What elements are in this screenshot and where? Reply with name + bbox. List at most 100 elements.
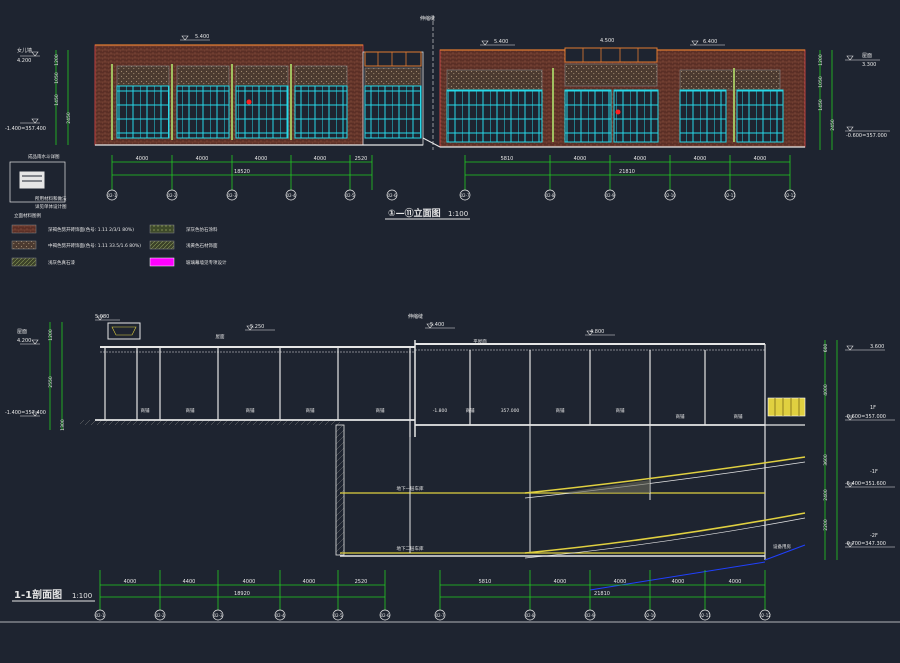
sec-dim-right-5: 4000 bbox=[729, 579, 742, 585]
svg-text:02-3: 02-3 bbox=[213, 613, 223, 618]
sec-dim-left-2: 4400 bbox=[183, 579, 196, 585]
svg-text:02-1: 02-1 bbox=[95, 613, 105, 618]
section-room-10: 商铺 bbox=[734, 413, 743, 420]
section-room-5: 商铺 bbox=[376, 407, 385, 414]
svg-text:2450: 2450 bbox=[66, 112, 72, 124]
section-room-7: 商铺 bbox=[556, 407, 565, 414]
note-box-line-1: 所用材料和做法 bbox=[35, 195, 67, 202]
svg-text:02-9: 02-9 bbox=[585, 613, 595, 618]
svg-text:02-6: 02-6 bbox=[387, 193, 397, 198]
section-room-1: 商铺 bbox=[141, 407, 150, 414]
note-box-title: 成品雨水斗详图 bbox=[28, 153, 60, 160]
svg-text:02-10: 02-10 bbox=[664, 193, 676, 198]
elev-dim-left-1: 4000 bbox=[136, 156, 149, 162]
legend-label-1: 深褐色劈开砖饰面(色号: 1.11 2/3/1 80%) bbox=[48, 226, 134, 233]
legend-swatch-4 bbox=[149, 224, 175, 234]
section-level-right-b2: -9.700=347.300 bbox=[845, 541, 886, 547]
svg-text:1:100: 1:100 bbox=[448, 210, 468, 218]
section-level-right-1f: 3.600 bbox=[870, 344, 884, 350]
section-label-b2: -2F bbox=[870, 533, 878, 539]
elev-level-left: 4.200 bbox=[17, 58, 31, 64]
svg-text:02-6: 02-6 bbox=[380, 613, 390, 618]
section-mid-level2: 357.000 bbox=[501, 408, 520, 414]
elevation-drawing: 4000 4000 4000 4000 2520 18520 5810 4000… bbox=[5, 15, 890, 220]
material-legend: 立面材料图例 深褐色劈开砖饰面(色号: 1.11 2/3/1 80%) 中褐色劈… bbox=[11, 212, 227, 267]
section-level-left: 4.200 bbox=[17, 338, 31, 344]
svg-text:02-4: 02-4 bbox=[286, 193, 296, 198]
svg-text:1200: 1200 bbox=[48, 329, 54, 341]
svg-text:1050: 1050 bbox=[54, 72, 60, 84]
section-room-9: 商铺 bbox=[676, 413, 685, 420]
svg-text:02-8: 02-8 bbox=[525, 613, 535, 618]
section-label-expansion: 伸缩缝 bbox=[408, 313, 423, 320]
sec-dim-left-1: 4000 bbox=[124, 579, 137, 585]
svg-text:02-5: 02-5 bbox=[333, 613, 343, 618]
section-room-6: 商铺 bbox=[466, 407, 475, 414]
sec-dim-left-total: 18920 bbox=[234, 591, 250, 597]
section-drawing: 商铺 商铺 商铺 商铺 商铺 -1.800 商铺 357.000 商铺 商铺 商… bbox=[5, 313, 895, 621]
svg-text:2550: 2550 bbox=[48, 376, 54, 388]
svg-text:1-1剖面图: 1-1剖面图 bbox=[14, 588, 62, 601]
svg-text:2450: 2450 bbox=[830, 119, 836, 131]
section-axis-bubbles: 02-1 02-2 02-3 02-4 02-5 02-6 02-7 02-8 … bbox=[94, 609, 771, 621]
section-title: 1-1剖面图 1:100 bbox=[12, 588, 95, 602]
legend-swatch-3 bbox=[11, 257, 37, 267]
svg-text:02-12: 02-12 bbox=[759, 613, 771, 618]
section-room-8: 商铺 bbox=[616, 407, 625, 414]
sec-dim-right-3: 4000 bbox=[614, 579, 627, 585]
elevation-title: ①—⑪立面图 1:100 bbox=[385, 207, 470, 220]
svg-text:02-4: 02-4 bbox=[275, 613, 285, 618]
section-level-left-ground: -1.400=357.400 bbox=[5, 410, 46, 416]
elev-level-top-extra: 4.500 bbox=[600, 38, 614, 44]
elevation-axis-bubbles: 02-1 02-2 02-3 02-4 02-5 02-6 02-7 02-8 … bbox=[106, 189, 796, 201]
note-box-line-2: 详见单体设计图 bbox=[35, 203, 67, 210]
sec-dim-right-total: 21810 bbox=[594, 591, 610, 597]
section-room-2: 商铺 bbox=[186, 407, 195, 414]
svg-text:4000: 4000 bbox=[823, 384, 829, 396]
svg-text:1050: 1050 bbox=[818, 76, 824, 88]
section-label-1f: 1F bbox=[870, 405, 876, 411]
svg-text:02-9: 02-9 bbox=[605, 193, 615, 198]
svg-text:02-2: 02-2 bbox=[155, 613, 165, 618]
elev-dim-left-2: 4000 bbox=[196, 156, 209, 162]
sec-dim-left-3: 4000 bbox=[243, 579, 256, 585]
sec-dim-left-5: 2520 bbox=[355, 579, 368, 585]
legend-title: 立面材料图例 bbox=[14, 212, 41, 219]
elev-dim-right-3: 4000 bbox=[634, 156, 647, 162]
legend-label-2: 中褐色劈开砖饰面(色号: 1.11 33.5/1.6 80%) bbox=[48, 242, 141, 249]
elev-dim-left-4: 4000 bbox=[314, 156, 327, 162]
svg-text:2200: 2200 bbox=[823, 519, 829, 531]
elev-dim-right-4: 4000 bbox=[694, 156, 707, 162]
legend-label-4: 深灰色仿石涂料 bbox=[186, 226, 218, 233]
legend-swatch-1 bbox=[11, 224, 37, 234]
elev-level-top-right: 6.400 bbox=[703, 39, 717, 45]
svg-text:02-1: 02-1 bbox=[107, 193, 117, 198]
section-level-right-b1: -5.400=351.600 bbox=[845, 481, 886, 487]
section-room-4: 商铺 bbox=[306, 407, 315, 414]
svg-text:02-11: 02-11 bbox=[724, 193, 736, 198]
cad-drawing-canvas: 4000 4000 4000 4000 2520 18520 5810 4000… bbox=[0, 15, 900, 623]
svg-text:1300: 1300 bbox=[60, 419, 66, 431]
elevation-note-box: 成品雨水斗详图 所用材料和做法 详见单体设计图 bbox=[9, 153, 67, 210]
section-label-equipment: 设备用房 bbox=[773, 543, 791, 550]
elev-level-top-mid: 5.400 bbox=[494, 39, 508, 45]
legend-label-3: 浅灰色真石漆 bbox=[48, 259, 75, 266]
legend-swatch-6 bbox=[149, 257, 175, 267]
svg-text:02-2: 02-2 bbox=[167, 193, 177, 198]
svg-text:02-7: 02-7 bbox=[460, 193, 470, 198]
sec-dim-right-4: 4000 bbox=[672, 579, 685, 585]
svg-text:02-10: 02-10 bbox=[644, 613, 656, 618]
legend-label-5: 浅黄色石材饰面 bbox=[186, 242, 218, 249]
svg-text:02-3: 02-3 bbox=[227, 193, 237, 198]
elev-label-right-top: 屋面 bbox=[862, 53, 872, 59]
svg-text:①—⑪立面图: ①—⑪立面图 bbox=[388, 207, 441, 219]
svg-text:600: 600 bbox=[823, 344, 829, 353]
elev-label-centre: 伸缩缝 bbox=[420, 15, 435, 22]
svg-text:02-11: 02-11 bbox=[699, 613, 711, 618]
elev-dim-left-total: 18520 bbox=[234, 169, 250, 175]
legend-swatch-5 bbox=[149, 240, 175, 250]
section-room-3: 商铺 bbox=[246, 407, 255, 414]
elev-dim-left-3: 4000 bbox=[255, 156, 268, 162]
elev-dim-right-1: 5810 bbox=[501, 156, 514, 162]
svg-text:1200: 1200 bbox=[818, 54, 824, 66]
